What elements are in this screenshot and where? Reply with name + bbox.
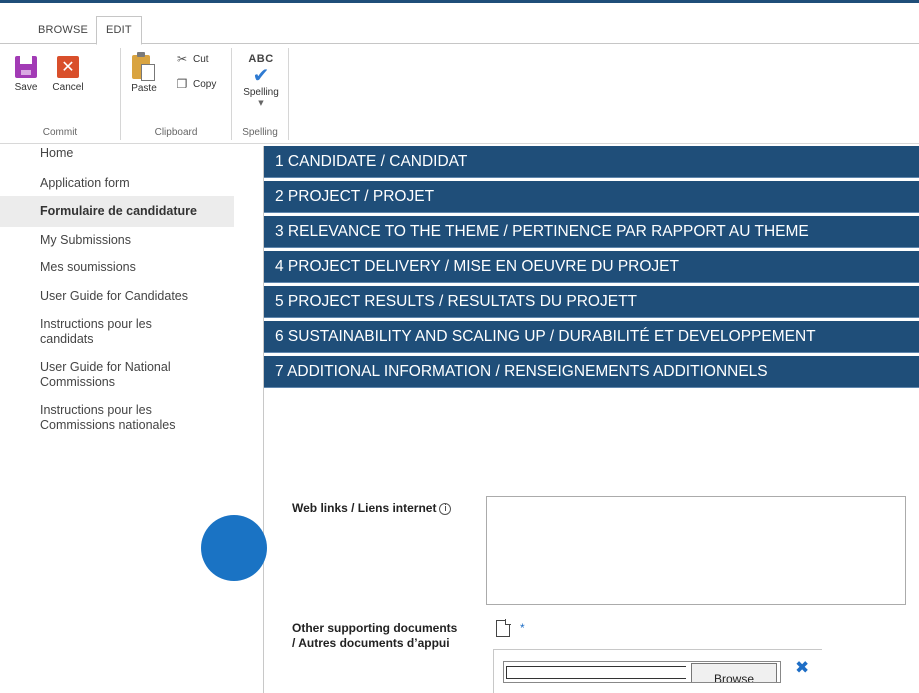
spelling-group: ABC ✔ Spelling ▼ Spelling	[232, 44, 288, 142]
nav-item-user-guide-national-commissions[interactable]: User Guide for National Commissions	[0, 354, 200, 397]
checkmark-icon: ✔	[252, 63, 270, 87]
section-project-delivery[interactable]: 4 PROJECT DELIVERY / MISE EN OEUVRE DU P…	[264, 251, 919, 283]
cancel-button[interactable]: ✕ Cancel	[48, 56, 88, 93]
file-path-field[interactable]	[506, 666, 686, 679]
cursor-indicator-dot	[201, 515, 267, 581]
save-button[interactable]: Save	[10, 56, 42, 93]
section-project[interactable]: 2 PROJECT / PROJET	[264, 181, 919, 213]
other-docs-label-line-1: Other supporting documents	[292, 621, 458, 635]
section-project-results[interactable]: 5 PROJECT RESULTS / RESULTATS DU PROJETT	[264, 286, 919, 318]
cancel-label: Cancel	[52, 82, 84, 93]
commit-group: Save ✕ Cancel Commit	[0, 44, 120, 142]
clipboard-group-label: Clipboard	[154, 127, 198, 138]
scissors-icon: ✂	[176, 52, 188, 66]
web-links-label: Web links / Liens internet i	[292, 501, 452, 516]
commit-group-label: Commit	[42, 127, 78, 138]
remove-file-icon[interactable]: ✖	[795, 658, 809, 678]
nav-item-user-guide-candidates[interactable]: User Guide for Candidates	[0, 281, 234, 310]
save-label: Save	[14, 82, 38, 93]
spelling-group-label: Spelling	[242, 127, 278, 138]
nav-item-instructions-candidats[interactable]: Instructions pour les candidats	[0, 310, 180, 354]
web-links-textarea[interactable]	[486, 496, 906, 605]
section-sustainability[interactable]: 6 SUSTAINABILITY AND SCALING UP / DURABI…	[264, 321, 919, 353]
section-relevance[interactable]: 3 RELEVANCE TO THE THEME / PERTINENCE PA…	[264, 216, 919, 248]
document-icon	[496, 619, 511, 637]
ribbon: Save ✕ Cancel Commit Paste ✂ Cut ❐ Copy …	[0, 44, 919, 144]
nav-item-instructions-commissions-nationales[interactable]: Instructions pour les Commissions nation…	[0, 397, 210, 440]
ribbon-divider	[288, 48, 289, 140]
other-docs-label-line-2: / Autres documents d’appui	[292, 636, 450, 650]
cancel-icon: ✕	[57, 56, 79, 78]
save-icon	[15, 56, 37, 78]
required-indicator: *	[520, 621, 525, 635]
web-links-label-text: Web links / Liens internet	[292, 501, 437, 515]
info-icon[interactable]: i	[439, 503, 452, 515]
copy-icon: ❐	[176, 77, 188, 91]
tab-browse[interactable]: BROWSE	[29, 17, 97, 45]
cut-label: Cut	[193, 53, 209, 65]
copy-label: Copy	[193, 78, 217, 90]
clipboard-group: Paste ✂ Cut ❐ Copy Clipboard	[121, 44, 231, 142]
spelling-label: Spelling	[243, 87, 279, 98]
paste-label: Paste	[131, 83, 157, 94]
ribbon-tab-strip: BROWSE EDIT	[0, 3, 919, 45]
section-additional-information[interactable]: 7 ADDITIONAL INFORMATION / RENSEIGNEMENT…	[264, 356, 919, 388]
chevron-down-icon: ▼	[258, 99, 264, 107]
nav-item-application-form[interactable]: Application form	[0, 166, 234, 196]
other-supporting-documents-label: Other supporting documents / Autres docu…	[292, 621, 457, 651]
main-form-panel: 1 CANDIDATE / CANDIDAT 2 PROJECT / PROJE…	[263, 146, 919, 693]
cut-button[interactable]: ✂ Cut	[175, 52, 209, 66]
file-upload-input[interactable]: Browse	[503, 661, 781, 683]
copy-button[interactable]: ❐ Copy	[175, 77, 217, 91]
left-navigation: Home Application form Formulaire de cand…	[0, 146, 234, 440]
browse-button[interactable]: Browse	[691, 663, 777, 682]
tab-edit[interactable]: EDIT	[96, 16, 142, 45]
nav-item-formulaire-de-candidature[interactable]: Formulaire de candidature	[0, 196, 234, 227]
spelling-button[interactable]: ABC ✔ Spelling ▼	[240, 54, 282, 108]
nav-item-my-submissions[interactable]: My Submissions	[0, 227, 234, 252]
nav-item-home[interactable]: Home	[0, 146, 234, 166]
paste-button[interactable]: Paste	[129, 52, 159, 94]
section-candidate[interactable]: 1 CANDIDATE / CANDIDAT	[264, 146, 919, 178]
nav-item-mes-soumissions[interactable]: Mes soumissions	[0, 252, 234, 281]
paste-icon	[132, 52, 156, 82]
